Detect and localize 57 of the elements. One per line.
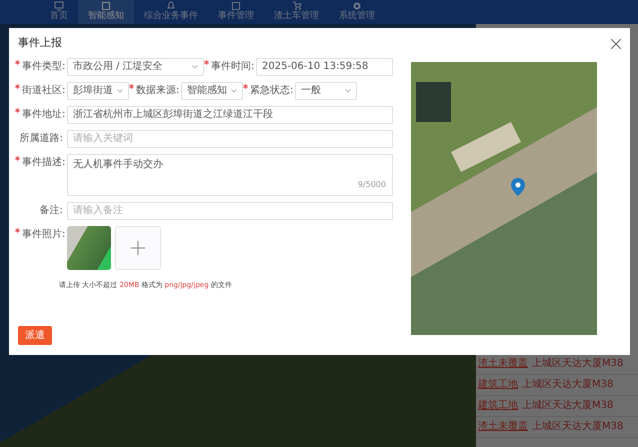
input-field[interactable]: 请输入关键词 bbox=[67, 130, 393, 148]
nav-tab[interactable]: 智能感知 bbox=[78, 0, 134, 24]
photo-placeholder bbox=[67, 226, 111, 270]
plus-icon bbox=[131, 240, 145, 254]
field-label: 事件照片: bbox=[15, 226, 67, 244]
nav-tab[interactable]: 综合业务事件 bbox=[134, 0, 208, 24]
dispatch-button[interactable]: 派遣 bbox=[18, 326, 52, 345]
event-type-link[interactable]: 渣土未覆盖 bbox=[478, 419, 528, 435]
address-text: 上城区天达大厦M38 bbox=[532, 420, 624, 434]
field-label: 数据来源: bbox=[129, 82, 181, 100]
select-field[interactable]: 彭埠街道 bbox=[67, 82, 129, 100]
nav-tab[interactable]: 渣土车管理 bbox=[264, 0, 329, 24]
required-icon bbox=[15, 108, 20, 112]
dialog-title: 事件上报 bbox=[18, 35, 62, 51]
nav-icon bbox=[166, 1, 176, 11]
close-icon bbox=[611, 38, 621, 49]
field-label: 事件时间: bbox=[204, 58, 256, 76]
required-icon bbox=[15, 84, 20, 88]
nav-icon bbox=[54, 1, 64, 11]
caret-icon bbox=[117, 88, 123, 92]
select-field[interactable]: 市政公用 / 江堤安全 bbox=[67, 58, 204, 76]
field-label: 事件描述: bbox=[15, 154, 67, 172]
caret-icon bbox=[231, 88, 237, 92]
event-type-link[interactable]: 建筑工地 bbox=[478, 377, 518, 393]
select-field[interactable]: 一般 bbox=[295, 82, 357, 100]
textarea-field[interactable]: 无人机事件手动交办 9/5000 bbox=[67, 154, 393, 196]
nav-tab[interactable]: 事件管理 bbox=[208, 0, 264, 24]
nav-tab[interactable]: 系统管理 bbox=[329, 0, 385, 24]
location-pin-icon bbox=[511, 178, 525, 196]
required-icon bbox=[15, 228, 20, 232]
date-field[interactable]: 2025-06-10 13:59:58 bbox=[256, 58, 393, 76]
required-icon bbox=[15, 156, 20, 160]
char-counter: 9/5000 bbox=[358, 178, 386, 190]
nav-icon bbox=[292, 1, 302, 11]
field-label: 事件地址: bbox=[15, 106, 67, 124]
field-label: 紧急状态: bbox=[243, 82, 295, 100]
event-type-link[interactable]: 建筑工地 bbox=[478, 398, 518, 414]
event-type-link[interactable]: 渣土未覆盖 bbox=[478, 356, 528, 372]
caret-icon bbox=[345, 88, 351, 92]
field-label: 街道社区: bbox=[15, 82, 67, 100]
address-text: 上城区天达大厦M38 bbox=[532, 356, 624, 371]
address-text: 上城区天达大厦M38 bbox=[522, 398, 614, 413]
field-label: 事件类型: bbox=[15, 58, 67, 76]
required-icon bbox=[204, 60, 209, 64]
nav-icon bbox=[231, 1, 241, 11]
field-label: 备注: bbox=[38, 204, 64, 218]
required-icon bbox=[15, 60, 20, 64]
nav-tab[interactable]: 首页 bbox=[40, 0, 78, 24]
input-field[interactable]: 浙江省杭州市上城区彭埠街道之江绿道江干段 bbox=[67, 106, 393, 124]
caret-icon bbox=[192, 64, 198, 68]
nav-icon bbox=[101, 1, 111, 11]
required-icon bbox=[243, 84, 248, 88]
field-label: 所属道路: bbox=[18, 132, 64, 146]
address-text: 上城区天达大厦M38 bbox=[522, 378, 614, 392]
required-icon bbox=[129, 84, 134, 88]
select-field[interactable]: 智能感知 bbox=[181, 82, 243, 100]
input-field[interactable]: 请输入备注 bbox=[67, 202, 393, 220]
